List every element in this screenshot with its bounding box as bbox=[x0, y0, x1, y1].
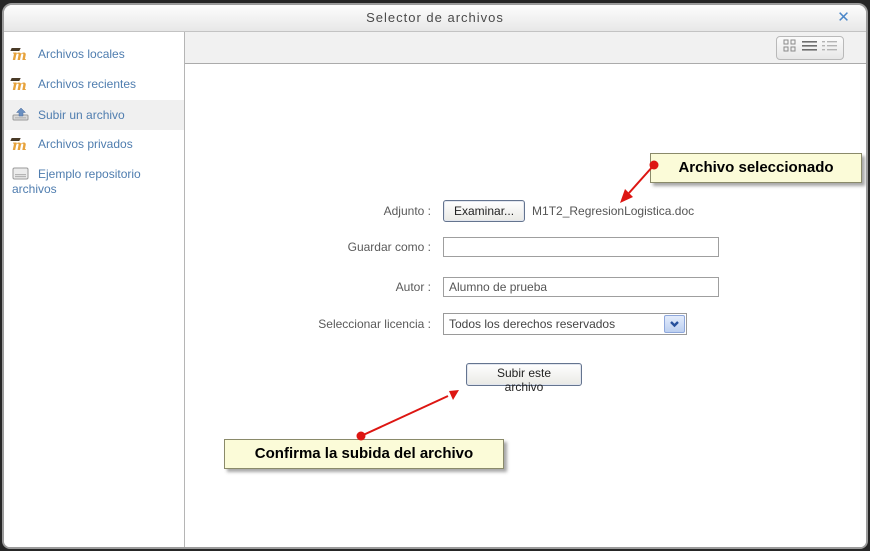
license-label: Seleccionar licencia : bbox=[185, 317, 443, 331]
main-panel: Adjunto : Examinar... M1T2_RegresionLogi… bbox=[185, 32, 866, 547]
author-input[interactable] bbox=[443, 277, 719, 297]
dialog-titlebar: Selector de archivos ✕ bbox=[4, 5, 866, 32]
browse-button[interactable]: Examinar... bbox=[443, 200, 525, 222]
sidebar-item-archivos-recientes[interactable]: m Archivos recientes bbox=[4, 70, 184, 100]
moodle-repository-icon: m bbox=[12, 80, 31, 93]
attachment-label: Adjunto : bbox=[185, 204, 443, 218]
file-picker-dialog: Selector de archivos ✕ m Archivos locales… bbox=[2, 3, 868, 549]
sidebar-item-label: Ejemplo repositorio archivos bbox=[12, 167, 141, 196]
filesystem-repo-icon bbox=[12, 167, 31, 180]
list-view-icon[interactable] bbox=[802, 39, 817, 57]
sidebar-item-label: Archivos recientes bbox=[38, 77, 136, 91]
moodle-repository-icon: m bbox=[12, 140, 31, 153]
close-icon[interactable]: ✕ bbox=[834, 5, 854, 31]
picker-toolbar bbox=[185, 32, 866, 64]
sidebar-item-archivos-privados[interactable]: m Archivos privados bbox=[4, 130, 184, 160]
sidebar-item-label: Subir un archivo bbox=[38, 108, 125, 122]
license-selected-value: Todos los derechos reservados bbox=[444, 317, 664, 331]
upload-file-button[interactable]: Subir este archivo bbox=[466, 363, 582, 386]
sidebar-item-label: Archivos locales bbox=[38, 47, 125, 61]
upload-form: Adjunto : Examinar... M1T2_RegresionLogi… bbox=[185, 64, 866, 547]
save-as-input[interactable] bbox=[443, 237, 719, 257]
detail-view-icon[interactable] bbox=[822, 39, 837, 57]
selected-filename: M1T2_RegresionLogistica.doc bbox=[532, 204, 694, 218]
license-select[interactable]: Todos los derechos reservados bbox=[443, 313, 687, 335]
dialog-title: Selector de archivos bbox=[366, 10, 504, 25]
sidebar-item-label: Archivos privados bbox=[38, 137, 133, 151]
sidebar-item-ejemplo-repositorio[interactable]: Ejemplo repositorio archivos bbox=[4, 160, 184, 204]
chevron-down-icon bbox=[664, 315, 685, 333]
grid-view-icon[interactable] bbox=[783, 39, 796, 57]
sidebar-item-subir-un-archivo[interactable]: Subir un archivo bbox=[4, 100, 184, 130]
sidebar-item-archivos-locales[interactable]: m Archivos locales bbox=[4, 40, 184, 70]
view-mode-toggle[interactable] bbox=[776, 36, 844, 60]
save-as-label: Guardar como : bbox=[185, 240, 443, 254]
upload-tray-icon bbox=[12, 107, 31, 120]
moodle-repository-icon: m bbox=[12, 50, 31, 63]
author-label: Autor : bbox=[185, 280, 443, 294]
repository-sidebar: m Archivos locales m Archivos recientes Su… bbox=[4, 32, 185, 547]
